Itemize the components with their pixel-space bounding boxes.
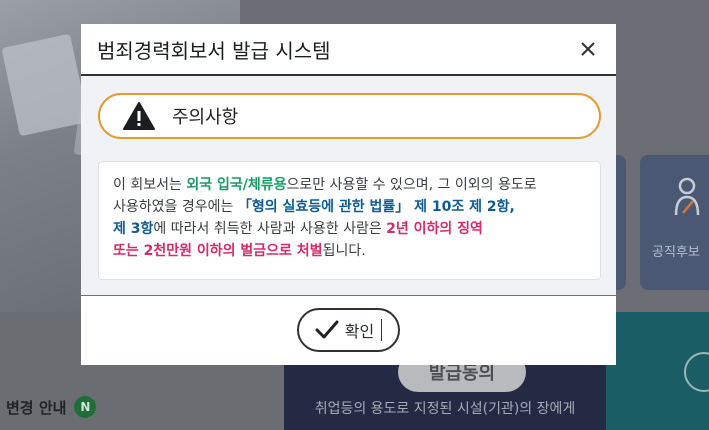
confirm-button[interactable]: 확인 [297,307,400,352]
confirm-label: 확인 [344,321,375,341]
warning-banner: 주의사항 [98,93,601,139]
modal-body: 주의사항 이 회보서는 외국 입국/체류용으로만 사용할 수 있으며, 그 이외… [81,76,616,296]
message-text: 됩니다. [322,243,366,259]
change-notice-label: 변경 안내 [6,398,67,417]
message-highlight-law: 제 3항 [113,221,154,237]
message-highlight-penalty: 또는 2천만원 이하의 벌금으로 처벌 [113,243,323,259]
person-icon [674,177,700,216]
change-notice-link[interactable]: 변경 안내 N [6,396,97,418]
message-text: 사용하였을 경우에는 [113,199,238,215]
background-tile-candidate[interactable]: 공직후보 [640,155,709,290]
message-highlight-law: 「형의 실효등에 관한 법률」 제 10조 제 2항, [237,199,515,215]
message-highlight-penalty: 2년 이하의 징역 [386,221,483,237]
issue-consent-desc: 취업등의 용도로 지정된 시설(기관)의 장에게 [314,401,576,417]
message-highlight-usage: 외국 입국/체류용 [186,177,287,193]
message-text: 에 따라서 취득한 사람과 사용한 사람은 [153,221,387,237]
text-cursor [381,318,383,341]
message-text: 으로만 사용할 수 있으며, 그 이외의 용도로 [286,177,537,193]
warning-title: 주의사항 [172,107,239,128]
warning-icon [123,102,155,130]
modal-dialog: 범죄경력회보서 발급 시스템 주의사항 이 회보서는 외국 입국/체류용으로만 … [81,24,616,365]
message-text: 이 회보서는 [113,177,187,193]
check-icon [315,320,339,338]
modal-footer: 확인 [81,296,616,363]
modal-title: 범죄경력회보서 발급 시스템 [97,38,331,63]
modal-header: 범죄경력회보서 발급 시스템 [81,24,616,76]
circle-icon [684,352,709,392]
close-button[interactable] [576,37,600,61]
tile-label: 공직후보 [652,245,700,260]
close-icon [581,42,595,56]
warning-message: 이 회보서는 외국 입국/체류용으로만 사용할 수 있으며, 그 이외의 용도로… [98,161,601,280]
new-badge: N [74,396,97,418]
teal-card [606,312,709,430]
